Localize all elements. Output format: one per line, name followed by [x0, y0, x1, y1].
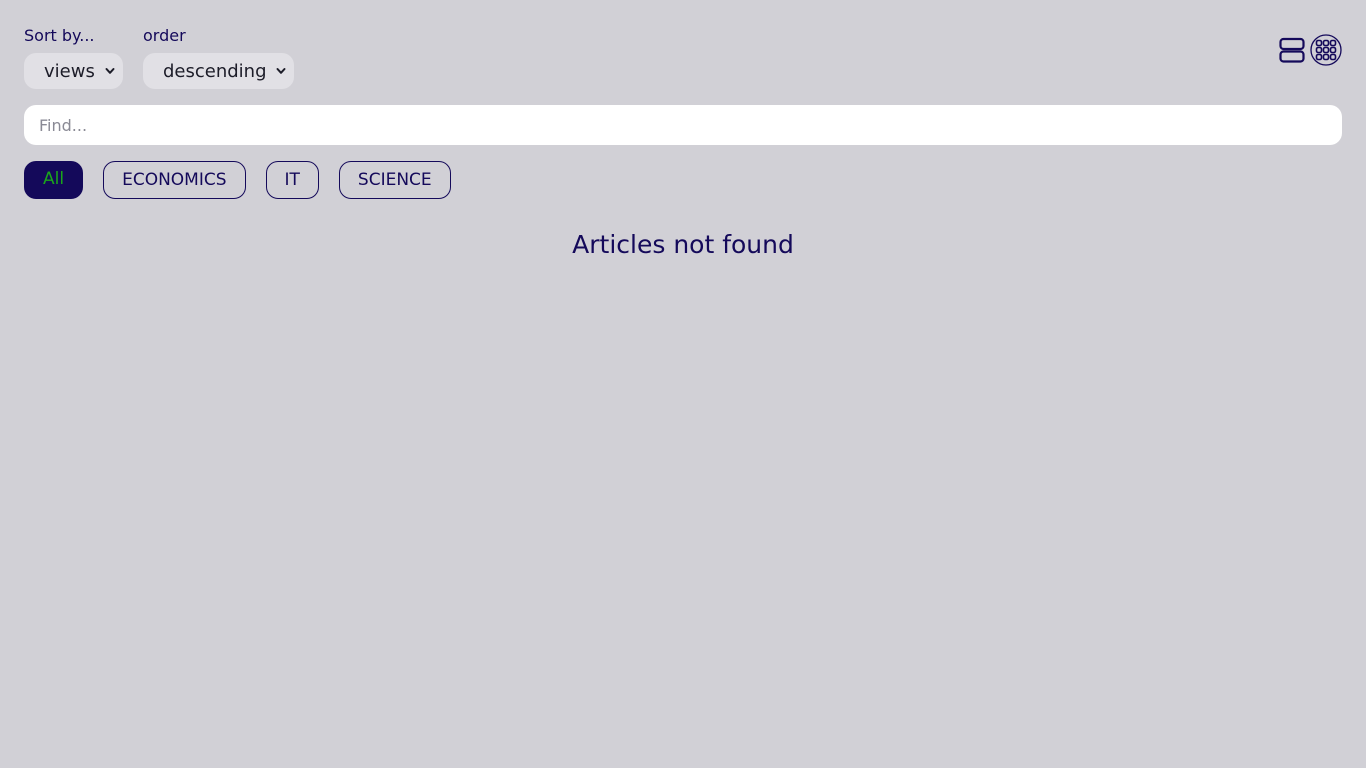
tab-all[interactable]: All [24, 161, 84, 199]
order-label: order [143, 26, 186, 45]
tab-all-label: All [43, 169, 65, 189]
category-tabs: All ECONOMICS IT SCIENCE [24, 161, 451, 199]
search-input[interactable] [24, 105, 1342, 145]
grid-view-icon [1310, 34, 1342, 70]
tab-it[interactable]: IT [265, 161, 319, 199]
order-select[interactable]: descending [143, 53, 294, 89]
grid-view-button[interactable] [1310, 34, 1342, 70]
sort-controls: Sort by... views order descending [24, 24, 294, 89]
tab-science-label: SCIENCE [357, 170, 432, 190]
sort-by-value: views [44, 60, 95, 82]
tab-economics[interactable]: ECONOMICS [103, 161, 246, 199]
list-view-icon [1279, 36, 1305, 68]
chevron-down-icon [105, 66, 115, 76]
empty-state-message: Articles not found [572, 230, 794, 259]
sort-by-select[interactable]: views [24, 53, 123, 89]
sort-by-label: Sort by... [24, 26, 95, 45]
tab-economics-label: ECONOMICS [122, 170, 227, 190]
tab-it-label: IT [284, 170, 300, 190]
chevron-down-icon [276, 66, 286, 76]
sort-by-group: Sort by... views [24, 24, 123, 89]
tab-science[interactable]: SCIENCE [338, 161, 451, 199]
view-switcher [1276, 34, 1342, 70]
order-value: descending [163, 60, 267, 82]
order-group: order descending [143, 24, 294, 89]
list-view-button[interactable] [1276, 36, 1308, 68]
